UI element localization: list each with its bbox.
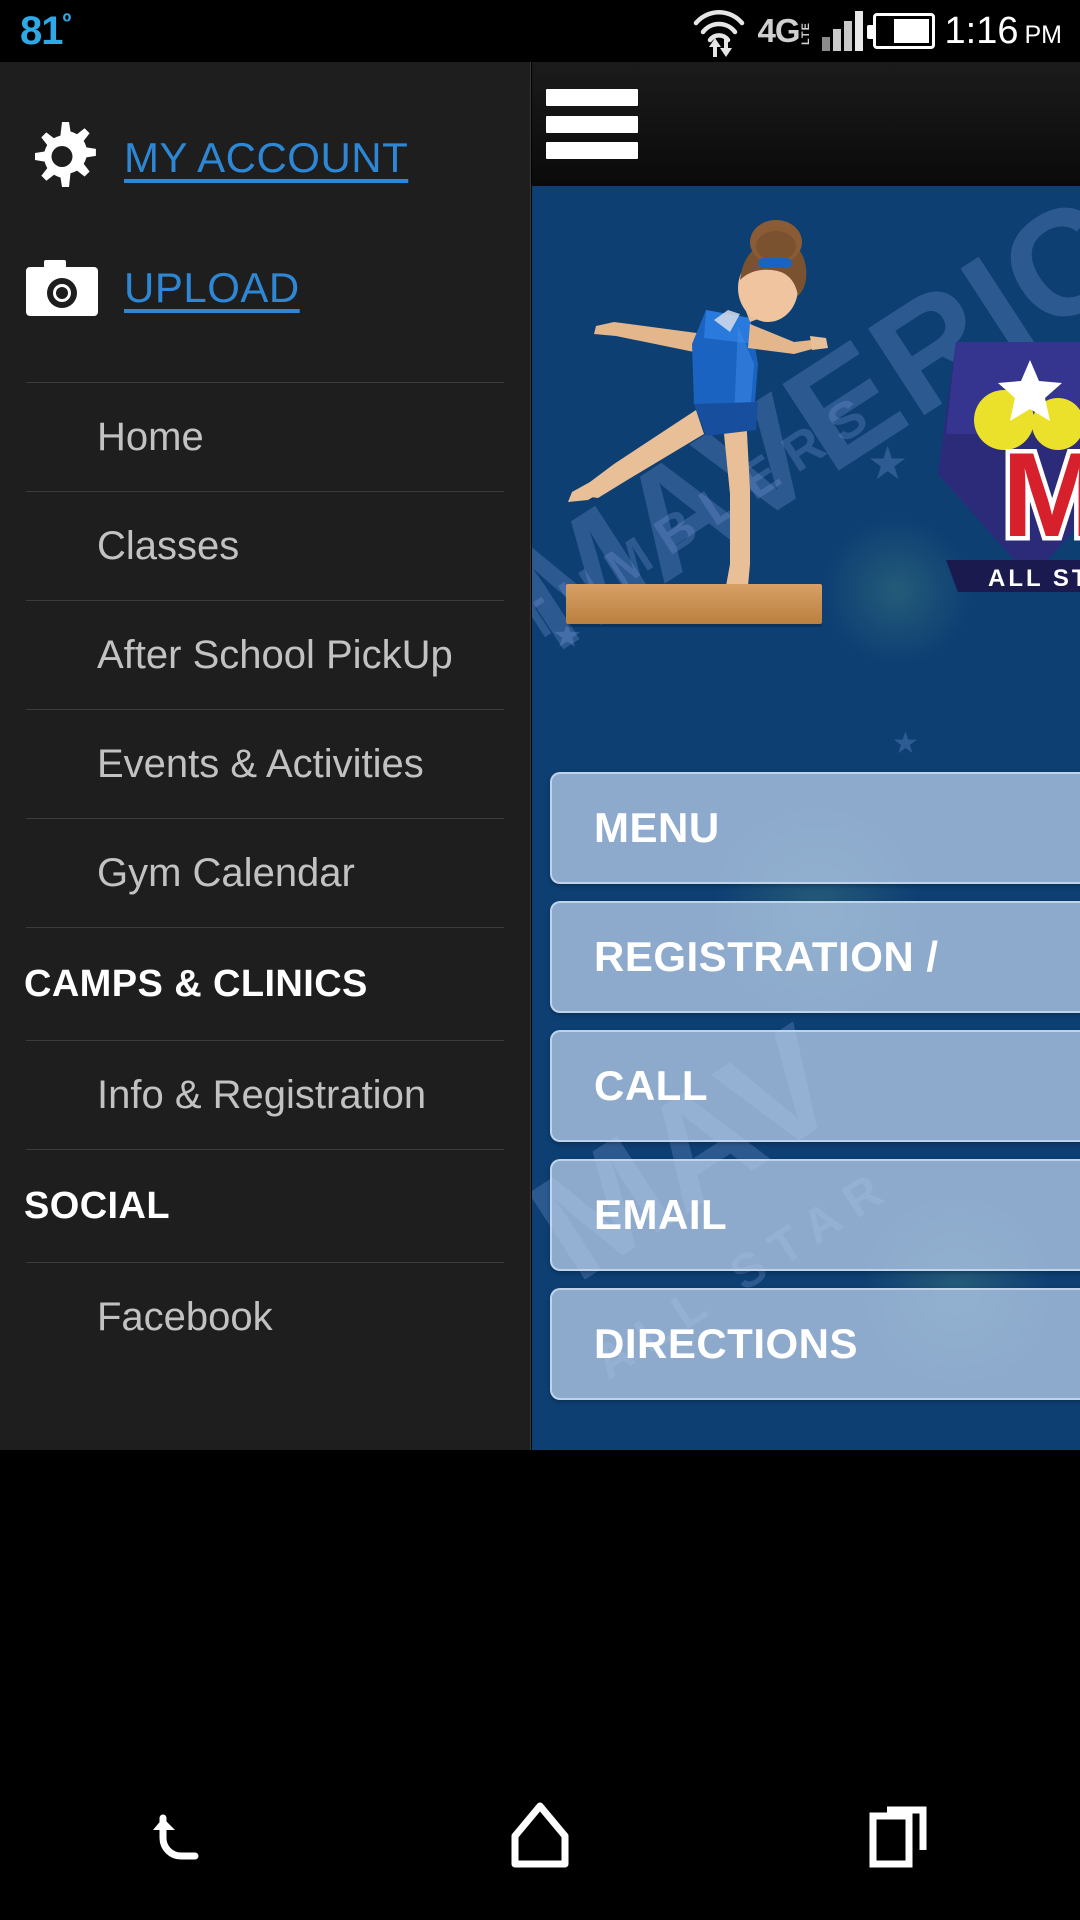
menu-item-label: Events & Activities xyxy=(97,741,424,786)
menu-item-classes[interactable]: Classes xyxy=(0,492,530,600)
menu-item-gym-calendar[interactable]: Gym Calendar xyxy=(0,819,530,927)
clock-meridiem: PM xyxy=(1024,21,1063,49)
navigation-drawer: MY ACCOUNT UPLOAD Home Classes After Sch… xyxy=(0,62,531,1450)
menu-item-info-registration[interactable]: Info & Registration xyxy=(0,1041,530,1149)
menu-item-after-school-pickup[interactable]: After School PickUp xyxy=(0,601,530,709)
phone-screen: 81º 4G LTE 1:16 PM MY ACCOUNT UPLOAD Hom… xyxy=(0,0,1080,1920)
menu-item-label: Classes xyxy=(97,523,240,568)
call-button-label: CALL xyxy=(594,1062,708,1109)
home-button[interactable] xyxy=(360,1798,720,1872)
my-account-link[interactable]: MY ACCOUNT xyxy=(0,106,530,210)
network-sub-label: LTE xyxy=(799,21,812,45)
registration-button[interactable]: REGISTRATION / xyxy=(550,901,1080,1013)
star-decor-icon: ★ xyxy=(867,437,909,489)
upload-label: UPLOAD xyxy=(124,264,300,311)
app-header-bar xyxy=(532,62,1080,186)
directions-button[interactable]: DIRECTIONS xyxy=(550,1288,1080,1400)
signal-bars-icon xyxy=(821,11,863,51)
email-button[interactable]: EMAIL xyxy=(550,1159,1080,1271)
degree-symbol: º xyxy=(62,9,72,36)
action-button-stack: MENU REGISTRATION / CALL EMAIL DIRECTION… xyxy=(550,772,1080,1400)
my-account-label: MY ACCOUNT xyxy=(124,134,409,181)
hamburger-icon[interactable] xyxy=(546,89,638,159)
menu-item-label: After School PickUp xyxy=(97,632,453,677)
clock: 1:16 PM xyxy=(945,12,1062,50)
drawer-menu-list: Home Classes After School PickUp Events … xyxy=(0,382,530,1371)
menu-item-facebook[interactable]: Facebook xyxy=(0,1263,530,1371)
clock-time: 1:16 xyxy=(944,10,1019,52)
status-icons: 4G LTE 1:16 PM xyxy=(690,5,1080,57)
gymnast-image xyxy=(568,220,828,612)
section-header-label: CAMPS & CLINICS xyxy=(24,962,368,1005)
upload-link[interactable]: UPLOAD xyxy=(0,236,530,340)
section-header-social: SOCIAL xyxy=(0,1150,530,1262)
club-logo: M ALL STAR xyxy=(938,342,1080,592)
section-header-camps-clinics: CAMPS & CLINICS xyxy=(0,928,530,1040)
menu-item-label: Facebook xyxy=(97,1294,273,1339)
temperature-indicator: 81º xyxy=(20,9,72,53)
registration-button-label: REGISTRATION / xyxy=(594,933,939,980)
menu-button-label: MENU xyxy=(594,804,720,851)
back-button[interactable] xyxy=(0,1798,360,1872)
recents-button[interactable] xyxy=(720,1798,1080,1872)
home-icon xyxy=(507,1798,573,1872)
battery-icon xyxy=(866,13,935,49)
svg-text:M: M xyxy=(1002,428,1080,562)
call-button[interactable]: CALL xyxy=(550,1030,1080,1142)
menu-item-label: Home xyxy=(97,414,204,459)
network-type-label: 4G xyxy=(757,12,801,50)
email-button-label: EMAIL xyxy=(594,1191,728,1238)
temperature-value: 81 xyxy=(20,9,63,53)
menu-item-home[interactable]: Home xyxy=(0,383,530,491)
star-decor-icon: ★ xyxy=(892,727,919,760)
menu-item-label: Info & Registration xyxy=(97,1072,427,1117)
balance-beam xyxy=(566,584,822,624)
gear-icon xyxy=(26,122,98,194)
status-bar: 81º 4G LTE 1:16 PM xyxy=(0,0,1080,62)
menu-item-label: Gym Calendar xyxy=(97,850,355,895)
wifi-icon xyxy=(690,5,748,57)
drawer-account-section: MY ACCOUNT UPLOAD xyxy=(0,62,530,340)
section-header-label: SOCIAL xyxy=(24,1184,170,1227)
android-navigation-bar xyxy=(0,1750,1080,1920)
directions-button-label: DIRECTIONS xyxy=(594,1320,859,1367)
svg-text:ALL STAR: ALL STAR xyxy=(988,565,1080,592)
recents-icon xyxy=(865,1798,935,1872)
menu-item-events-activities[interactable]: Events & Activities xyxy=(0,710,530,818)
hero-banner: MAVERICK TUMBLERS MAV ALL STAR ★ ★ ★ M A… xyxy=(532,186,1080,1450)
menu-button[interactable]: MENU xyxy=(550,772,1080,884)
network-type-icon: 4G LTE xyxy=(757,12,812,50)
camera-icon xyxy=(26,260,98,316)
back-icon xyxy=(143,1798,217,1872)
app-content-panel: MAVERICK TUMBLERS MAV ALL STAR ★ ★ ★ M A… xyxy=(532,62,1080,1450)
